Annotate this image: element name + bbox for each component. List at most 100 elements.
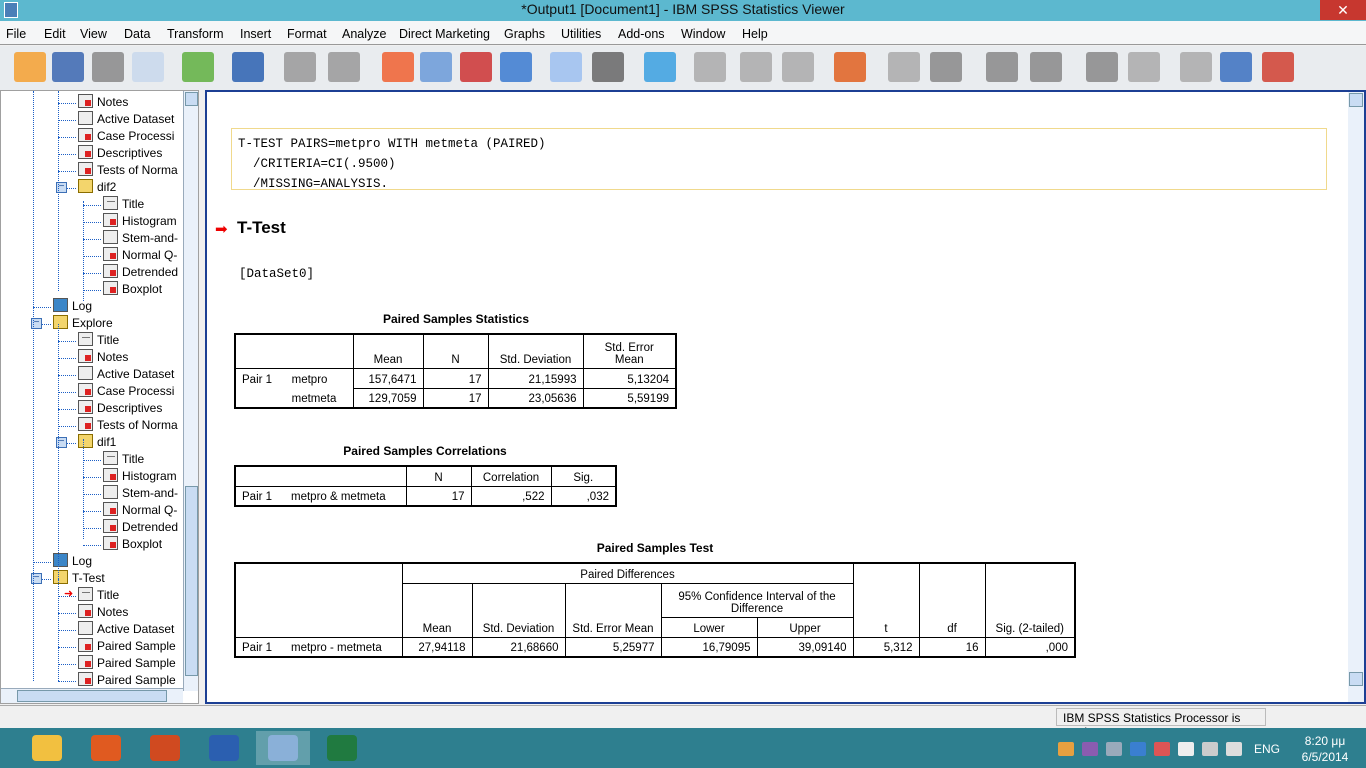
outline-item[interactable]: Notes	[78, 604, 128, 621]
redo-icon[interactable]	[328, 52, 360, 82]
outline-item[interactable]: Active Dataset	[78, 621, 174, 638]
speaker-tray-icon[interactable]	[1154, 742, 1170, 756]
taskbar-firefox[interactable]	[79, 731, 133, 765]
tray-app-icon[interactable]	[1058, 742, 1074, 756]
goto-case-icon[interactable]	[420, 52, 452, 82]
goto-data-icon[interactable]	[382, 52, 414, 82]
menu-transform[interactable]: Transform	[167, 27, 224, 41]
outline-item[interactable]: Log	[53, 298, 92, 315]
output-viewer[interactable]: T-TEST PAIRS=metpro WITH metmeta (PAIRED…	[205, 90, 1366, 704]
outline-item[interactable]: Active Dataset	[78, 111, 174, 128]
insert-text-icon[interactable]	[834, 52, 866, 82]
outline-item[interactable]: Paired Sample	[78, 638, 176, 655]
menu-analyze[interactable]: Analyze	[342, 27, 386, 41]
show-all-icon[interactable]	[592, 52, 624, 82]
printer-tray-icon[interactable]	[1106, 742, 1122, 756]
outline-item[interactable]: Histogram	[103, 468, 177, 485]
outline-item[interactable]: Descriptives	[78, 400, 162, 417]
menu-help[interactable]: Help	[742, 27, 768, 41]
onenote-tray-icon[interactable]	[1082, 742, 1098, 756]
outline-item[interactable]: Title	[78, 587, 119, 604]
print-preview-icon[interactable]	[132, 52, 164, 82]
collapse-icon[interactable]	[1086, 52, 1118, 82]
designate-window-icon[interactable]	[644, 52, 676, 82]
pivot-icon[interactable]	[694, 52, 726, 82]
outline-item[interactable]: Notes	[78, 349, 128, 366]
print-icon[interactable]	[92, 52, 124, 82]
menu-window[interactable]: Window	[681, 27, 725, 41]
outline-item[interactable]: Active Dataset	[78, 366, 174, 383]
outline-item[interactable]: Detrended	[103, 264, 178, 281]
outline-item[interactable]: T-Test	[53, 570, 105, 587]
outline-item[interactable]: Title	[103, 196, 144, 213]
outline-item[interactable]: Stem-and-	[103, 230, 178, 247]
outline-item[interactable]: Normal Q-	[103, 502, 177, 519]
outline-item[interactable]: Detrended	[103, 519, 178, 536]
outline-item[interactable]: Stem-and-	[103, 485, 178, 502]
network-signal-icon[interactable]	[1202, 742, 1218, 756]
outline-item[interactable]: Case Processi	[78, 128, 174, 145]
insert-heading-icon[interactable]	[740, 52, 772, 82]
paired-samples-test-table[interactable]: Paired Differences t df Sig. (2-tailed) …	[234, 562, 1076, 658]
outline-pane[interactable]: Notes Active Dataset Case Processi Descript…	[0, 90, 199, 704]
flag-icon[interactable]	[1178, 742, 1194, 756]
outline-item[interactable]: Notes	[78, 94, 128, 111]
menu-graphs[interactable]: Graphs	[504, 27, 545, 41]
outline-item[interactable]: Boxplot	[103, 281, 162, 298]
insert-chart-icon[interactable]	[888, 52, 920, 82]
taskbar-excel[interactable]	[315, 731, 369, 765]
close-button[interactable]: ✕	[1320, 0, 1366, 20]
paired-samples-correlations-table[interactable]: N Correlation Sig. Pair 1 metpro & metme…	[234, 465, 617, 507]
viewer-vertical-scrollbar[interactable]	[1348, 92, 1364, 702]
outline-item[interactable]: Paired Sample	[78, 672, 176, 689]
menu-insert[interactable]: Insert	[240, 27, 271, 41]
menu-view[interactable]: View	[80, 27, 107, 41]
tray-app-icon[interactable]	[1130, 742, 1146, 756]
scroll-thumb[interactable]	[1349, 672, 1363, 686]
insert-output-icon[interactable]	[1262, 52, 1294, 82]
outline-item[interactable]: Tests of Norma	[78, 417, 178, 434]
scroll-thumb[interactable]	[185, 486, 198, 676]
clock[interactable]: 8:20 μμ 6/5/2014	[1290, 733, 1360, 765]
outline-item[interactable]: Title	[103, 451, 144, 468]
menu-add-ons[interactable]: Add-ons	[618, 27, 665, 41]
undo-icon[interactable]	[284, 52, 316, 82]
menu-direct-marketing[interactable]: Direct Marketing	[399, 27, 490, 41]
outline-item[interactable]: Histogram	[103, 213, 177, 230]
open-icon[interactable]	[14, 52, 46, 82]
use-sets-icon[interactable]	[550, 52, 582, 82]
variables-icon[interactable]	[500, 52, 532, 82]
forward-icon[interactable]	[986, 52, 1018, 82]
menu-file[interactable]: File	[6, 27, 26, 41]
menu-format[interactable]: Format	[287, 27, 327, 41]
recall-dialog-icon[interactable]	[232, 52, 264, 82]
taskbar-powerpoint[interactable]	[138, 731, 192, 765]
goto-variable-icon[interactable]	[460, 52, 492, 82]
outline-item[interactable]: Descriptives	[78, 145, 162, 162]
outline-vertical-scrollbar[interactable]	[183, 91, 198, 691]
outline-item[interactable]: Title	[78, 332, 119, 349]
taskbar-spss[interactable]	[256, 731, 310, 765]
output-heading[interactable]: T-Test	[237, 218, 286, 238]
taskbar-word[interactable]	[197, 731, 251, 765]
outline-item[interactable]: dif2	[78, 179, 116, 196]
menu-utilities[interactable]: Utilities	[561, 27, 601, 41]
taskbar-file-explorer[interactable]	[20, 731, 74, 765]
expand-icon[interactable]	[1030, 52, 1062, 82]
menu-data[interactable]: Data	[124, 27, 150, 41]
outline-item[interactable]: Normal Q-	[103, 247, 177, 264]
language-indicator[interactable]: ENG	[1254, 742, 1280, 756]
insert-title-icon[interactable]	[782, 52, 814, 82]
outline-horizontal-scrollbar[interactable]	[1, 688, 183, 703]
outline-item[interactable]: Case Processi	[78, 383, 174, 400]
paired-samples-statistics-table[interactable]: Mean N Std. Deviation Std. Error Mean Pa…	[234, 333, 677, 409]
outline-item[interactable]: Explore	[53, 315, 113, 332]
outline-item[interactable]: Paired Sample	[78, 655, 176, 672]
menu-edit[interactable]: Edit	[44, 27, 66, 41]
hide-icon[interactable]	[1180, 52, 1212, 82]
back-icon[interactable]	[930, 52, 962, 82]
save-icon[interactable]	[52, 52, 84, 82]
outline-item[interactable]: Tests of Norma	[78, 162, 178, 179]
export-icon[interactable]	[182, 52, 214, 82]
volume-icon[interactable]	[1226, 742, 1242, 756]
